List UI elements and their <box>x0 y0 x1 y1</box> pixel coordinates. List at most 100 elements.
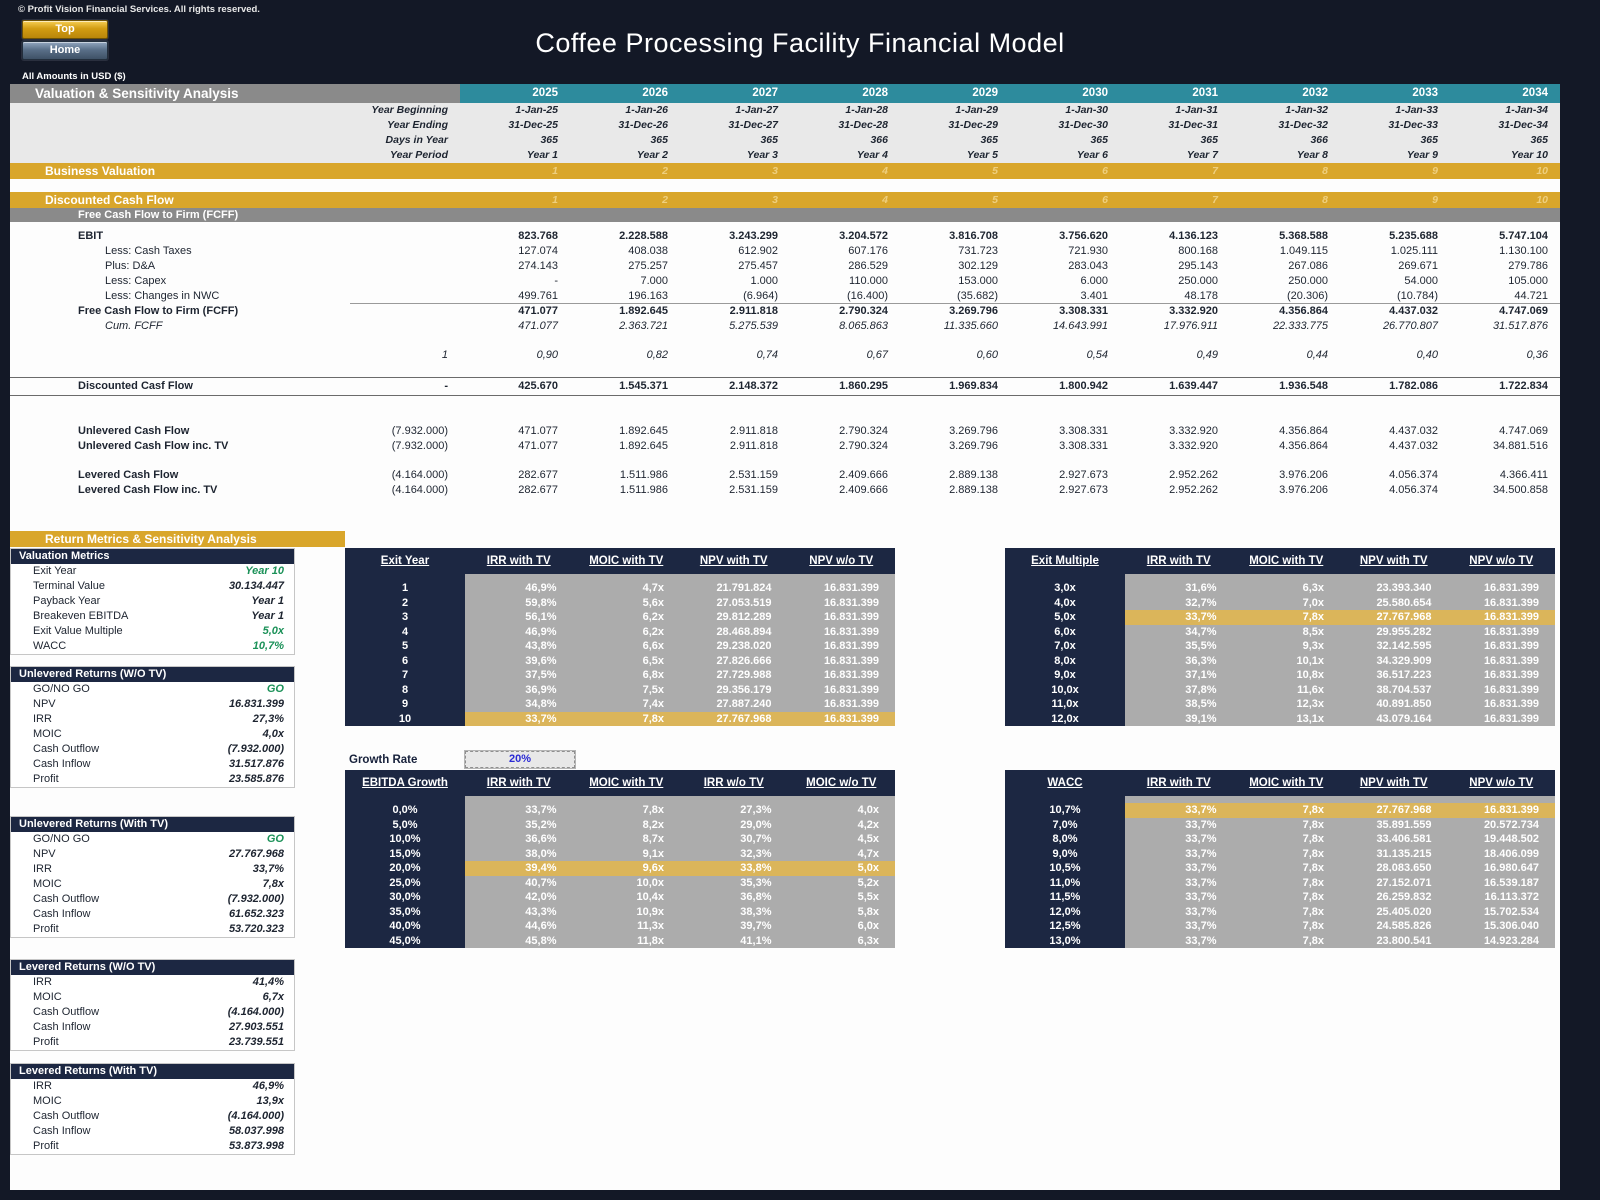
sens-spacer-cell <box>1232 574 1340 581</box>
row-label: Unlevered Cash Flow <box>78 425 190 437</box>
sidebar-metric-row: Cash Outflow (4.164.000) <box>11 1109 294 1124</box>
sens-value-cell: 33,8% <box>680 861 788 876</box>
metric-label: Profit <box>33 923 59 935</box>
sens-key-cell: 5 <box>401 640 409 652</box>
sens-value-cell: 16.831.399 <box>787 595 895 610</box>
metric-label: IRR <box>33 713 52 725</box>
value-cell: 5.747.104 <box>1499 230 1548 242</box>
date-cell: 31-Dec-34 <box>1498 119 1548 131</box>
sens-header-row: Exit Multiple IRR with TV MOIC with TV NPV … <box>1005 548 1555 574</box>
sens-value-cell: 10,9x <box>572 904 680 919</box>
sens-value-cell: 38,0% <box>465 846 573 861</box>
value-cell: 2.790.324 <box>839 440 888 452</box>
sens-value-cell: 11,6x <box>1232 682 1340 697</box>
sens-key-cell: 10,0x <box>1051 683 1079 696</box>
value-cell: 4.356.864 <box>1279 305 1328 317</box>
sens-value-cell: 29.955.282 <box>1340 624 1448 639</box>
sens-value-cell: 37,1% <box>1125 668 1233 683</box>
metric-value: 33,7% <box>252 863 284 875</box>
sens-value-cell: 37,5% <box>465 668 573 683</box>
sens-value-cell: 16.831.399 <box>787 653 895 668</box>
sens-value-cell: 38.704.537 <box>1340 682 1448 697</box>
value-cell: 3.269.796 <box>949 305 998 317</box>
metric-value: (4.164.000) <box>227 1110 284 1122</box>
sens-value-cell: 13,1x <box>1232 711 1340 726</box>
value-cell: 282.677 <box>518 469 558 481</box>
sens-spacer-cell <box>572 574 680 581</box>
value-cell: 2.889.138 <box>949 469 998 481</box>
sens-value-cell: 7,8x <box>1232 610 1340 625</box>
metric-label: Cash Inflow <box>33 1125 91 1137</box>
sens-value-cell: 7,8x <box>1232 875 1340 890</box>
fcff-row: Less: Changes in NWC 499.761 196.163 (6.964… <box>10 289 1560 304</box>
metric-label: Cash Outflow <box>33 1110 100 1122</box>
sidebar-metric-row: NPV 16.831.399 <box>11 697 294 712</box>
sens-spacer-key <box>345 796 465 803</box>
section-header-row: Valuation & Sensitivity Analysis 2025 2026… <box>10 84 1560 103</box>
value-cell: 3.308.331 <box>1059 425 1108 437</box>
sens-value-cell: 32,7% <box>1125 595 1233 610</box>
value-cell: 731.723 <box>958 245 998 257</box>
sens-value-cell: 6,6x <box>572 639 680 654</box>
band-faint-cell: 6 <box>1102 194 1108 206</box>
band-faint-cell: 10 <box>1536 194 1548 206</box>
sens-value-cell: 31.135.215 <box>1340 846 1448 861</box>
sens-key-cell: 30,0% <box>389 891 421 903</box>
growth-rate-label: Growth Rate <box>349 753 418 766</box>
sens-header-row: EBITDA Growth IRR with TV MOIC with TV IRR … <box>345 770 895 796</box>
value-cell: 607.176 <box>848 245 888 257</box>
sens-key-cell: 3 <box>401 611 409 623</box>
sens-data-row: 3 56,1% 6,2x 29.812.289 16.831.399 <box>345 610 895 625</box>
growth-rate-input[interactable]: 20% <box>464 750 576 769</box>
sens-key-cell: 25,0% <box>389 876 421 889</box>
row-label: Unlevered Cash Flow inc. TV <box>78 440 229 452</box>
fcff-row: EBIT 823.768 2.228.588 3.243.299 3.204.572 3.… <box>10 229 1560 244</box>
sens-data-row: 7 37,5% 6,8x 27.729.988 16.831.399 <box>345 668 895 683</box>
year-header-cell: 2025 <box>460 84 570 103</box>
band-faint-cell: 6 <box>1102 165 1108 177</box>
value-cell: 0,60 <box>976 349 998 361</box>
sens-value-cell: 43,8% <box>465 639 573 654</box>
value-cell: 302.129 <box>958 260 998 272</box>
sidebar-metric-row: GO/NO GO GO <box>11 682 294 697</box>
row-gap <box>10 396 1560 424</box>
sens-value-cell: 14.923.284 <box>1447 933 1555 948</box>
sens-value-cell: 16.831.399 <box>787 639 895 654</box>
sens-value-cell: 23.800.541 <box>1340 933 1448 948</box>
sens-key-cell: 7,0x <box>1054 640 1076 652</box>
value-cell: 0,49 <box>1196 349 1218 361</box>
sens-col-header: IRR with TV <box>486 555 551 567</box>
sens-value-cell: 7,8x <box>1232 861 1340 876</box>
value-cell: 1.722.834 <box>1499 380 1548 392</box>
value-cell: 4.056.374 <box>1389 469 1438 481</box>
sens-value-cell: 16.831.399 <box>787 581 895 596</box>
initial-cell <box>350 304 460 319</box>
sidebar-box: Levered Returns (With TV) IRR 46,9% MOIC 13,… <box>10 1063 295 1155</box>
sidebar-metric-row: Cash Inflow 61.652.323 <box>11 907 294 922</box>
metric-value: 6,7x <box>262 991 284 1003</box>
sens-key-cell: 20,0% <box>389 862 421 874</box>
sens-data-row: 2 59,8% 5,6x 27.053.519 16.831.399 <box>345 595 895 610</box>
sens-data-row: 9,0x 37,1% 10,8x 36.517.223 16.831.399 <box>1005 668 1555 683</box>
sens-value-cell: 7,8x <box>572 711 680 726</box>
sens-value-cell: 16.831.399 <box>1447 668 1555 683</box>
sidebar-box-title: Unlevered Returns (With TV) <box>11 817 294 832</box>
sens-key-cell: 9,0x <box>1054 669 1076 681</box>
sens-data-row: 13,0% 33,7% 7,8x 23.800.541 14.923.284 <box>1005 933 1555 948</box>
value-cell: 2.952.262 <box>1169 469 1218 481</box>
metric-label: Cash Inflow <box>33 908 91 920</box>
sens-data-row: 6 39,6% 6,5x 27.826.666 16.831.399 <box>345 653 895 668</box>
sens-value-cell: 6,5x <box>572 653 680 668</box>
metric-label: MOIC <box>33 878 62 890</box>
sens-value-cell: 46,9% <box>465 581 573 596</box>
discounted-cash-flow-row: Discounted Casf Flow - 425.670 1.545.371 2.1… <box>10 377 1560 396</box>
value-cell: 44.721 <box>1450 289 1560 304</box>
sens-key-cell: 40,0% <box>389 920 421 932</box>
sens-key-cell: 7,0% <box>1052 818 1078 831</box>
row-label: Less: Capex <box>105 275 167 287</box>
value-cell: 6.000 <box>1080 275 1108 287</box>
sens-col-header: NPV with TV <box>1359 555 1428 567</box>
sidebar-metric-row: Cash Outflow (7.932.000) <box>11 742 294 757</box>
sens-data-row: 9,0% 33,7% 7,8x 31.135.215 18.406.099 <box>1005 846 1555 861</box>
year-header-cell: 2033 <box>1340 84 1450 103</box>
